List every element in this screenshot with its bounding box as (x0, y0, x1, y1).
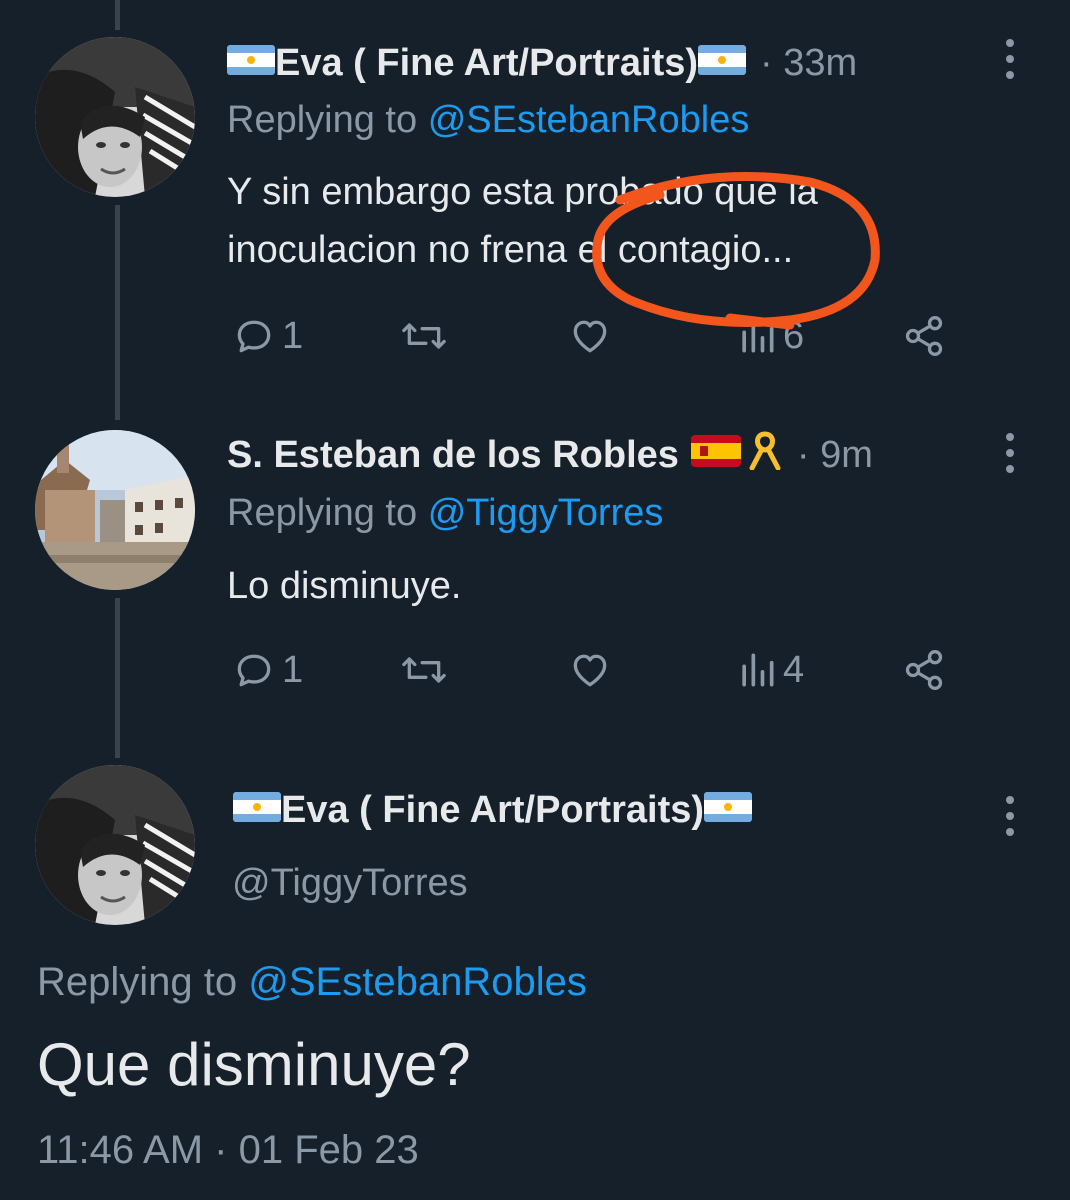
replying-to: Replying to @SEstebanRobles (37, 960, 587, 1004)
views-icon (742, 319, 774, 353)
retweet-icon (402, 657, 446, 683)
like-icon (573, 320, 607, 353)
author-name[interactable]: Eva ( Fine Art/Portraits) (281, 789, 704, 832)
avatar[interactable] (35, 37, 195, 197)
views-count: 4 (783, 648, 805, 691)
replying-to: Replying to @TiggyTorres (227, 492, 664, 534)
views-count: 6 (783, 314, 805, 357)
like-button[interactable] (568, 306, 612, 366)
more-icon[interactable] (1000, 39, 1020, 83)
tweet-actions: 1 4 (0, 640, 1070, 700)
views-icon (742, 653, 774, 687)
spain-flag-icon (690, 434, 741, 477)
author-handle[interactable]: @TiggyTorres (232, 862, 468, 905)
replying-to: Replying to @SEstebanRobles (227, 99, 750, 141)
argentina-flag-icon (233, 789, 281, 832)
more-icon[interactable] (1000, 433, 1020, 477)
share-icon (905, 316, 943, 356)
author-name[interactable]: Eva ( Fine Art/Portraits) (275, 42, 698, 85)
reply-button[interactable]: 1 (232, 640, 303, 700)
reply-button[interactable]: 1 (232, 306, 303, 366)
share-button[interactable] (902, 306, 946, 366)
tweet-text: Que disminuye? (37, 1031, 471, 1098)
reply-count: 1 (282, 314, 304, 357)
like-icon (573, 654, 607, 687)
tweet-time[interactable]: · 9m (797, 434, 873, 477)
retweet-button[interactable] (398, 640, 450, 700)
avatar[interactable] (35, 765, 195, 925)
like-button[interactable] (568, 640, 612, 700)
yellow-ribbon-icon (747, 430, 783, 480)
avatar[interactable] (35, 430, 195, 590)
share-button[interactable] (902, 640, 946, 700)
tweet-header: Eva ( Fine Art/Portraits) (233, 780, 753, 840)
reply-icon (237, 320, 271, 353)
argentina-flag-icon (227, 42, 275, 85)
retweet-icon (402, 323, 446, 349)
argentina-flag-icon (698, 42, 747, 85)
author-name[interactable]: S. Esteban de los Robles (227, 434, 679, 477)
tweet-time[interactable]: · 33m (760, 42, 857, 85)
share-icon (905, 650, 943, 690)
more-icon[interactable] (1000, 796, 1020, 840)
tweet-text: Lo disminuye. (227, 565, 462, 607)
argentina-flag-icon (704, 789, 753, 832)
mention-link[interactable]: @SEstebanRobles (248, 960, 587, 1004)
views-button[interactable]: 6 (737, 306, 804, 366)
reply-icon (237, 654, 271, 687)
tweet-header: S. Esteban de los Robles · 9m (227, 425, 873, 485)
reply-count: 1 (282, 648, 304, 691)
tweet-text: Y sin embargo esta probado que la inocul… (227, 171, 818, 271)
thread-line (115, 0, 120, 30)
mention-link[interactable]: @TiggyTorres (428, 492, 664, 534)
retweet-button[interactable] (398, 306, 450, 366)
views-button[interactable]: 4 (737, 640, 804, 700)
tweet-actions: 1 6 (0, 306, 1070, 366)
mention-link[interactable]: @SEstebanRobles (428, 99, 750, 141)
tweet-timestamp[interactable]: 11:46 AM · 01 Feb 23 (37, 1128, 419, 1173)
tweet-header: Eva ( Fine Art/Portraits) · 33m (227, 33, 857, 93)
